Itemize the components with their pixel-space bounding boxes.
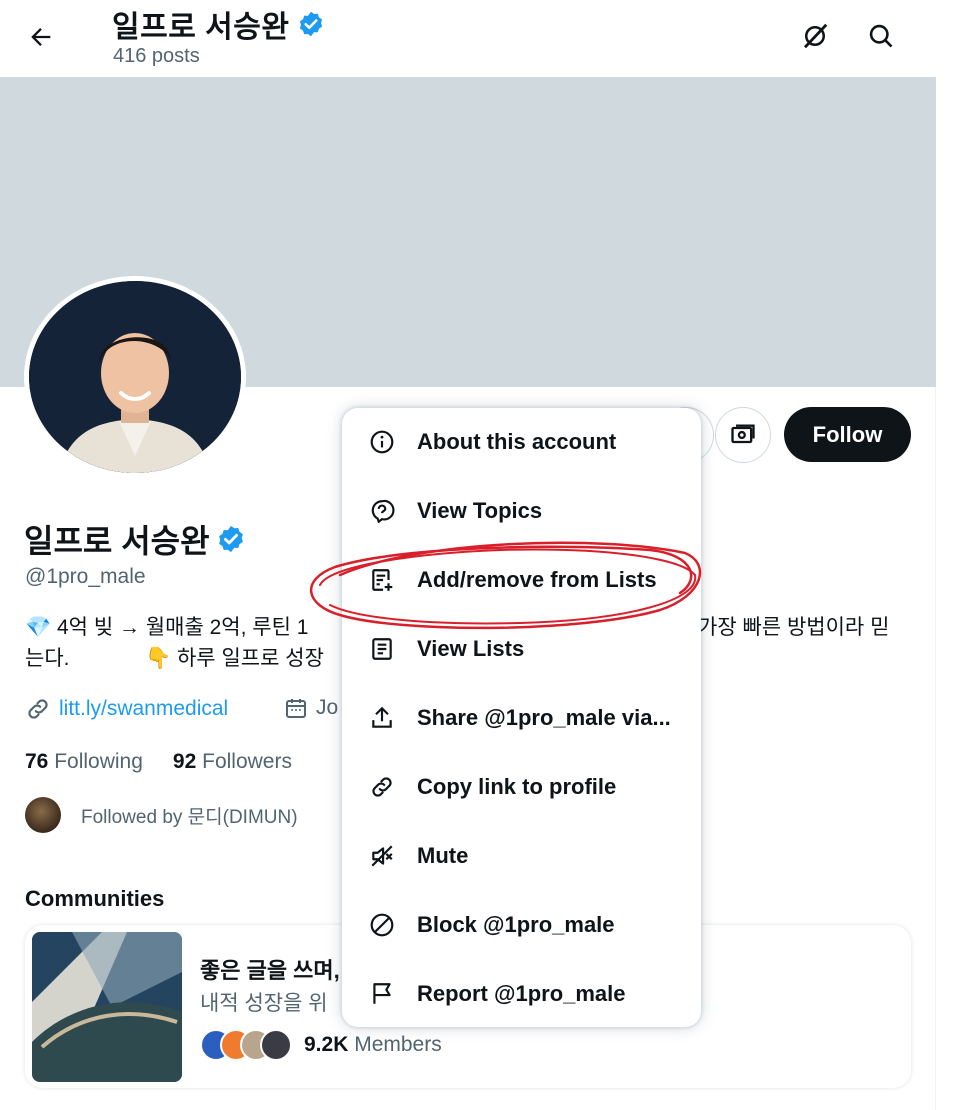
money-icon <box>731 424 755 444</box>
follower-avatar <box>25 797 61 833</box>
profile-name-row: 일프로 서승완 <box>24 516 246 562</box>
post-count: 416 posts <box>113 45 200 67</box>
following-count: 76 <box>25 750 49 773</box>
verified-badge-icon[interactable] <box>216 524 246 554</box>
avatar-photo <box>29 281 241 473</box>
flag-icon <box>368 980 396 1008</box>
menu-item-label: Add/remove from Lists <box>417 567 657 592</box>
communities-heading: Communities <box>25 886 165 911</box>
community-image <box>32 932 182 1082</box>
followed-by-row[interactable]: Followed by 문디(DIMUN) <box>25 797 298 833</box>
profile-joined-row: Jo <box>284 696 338 720</box>
link-icon <box>28 699 48 719</box>
menu-item-share[interactable]: Share @1pro_male via... <box>342 684 701 752</box>
followed-by-text: Followed by 문디(DIMUN) <box>81 806 298 828</box>
header-title: 일프로 서승완 <box>112 2 325 46</box>
header-name: 일프로 서승완 <box>112 11 290 44</box>
menu-item-view-lists[interactable]: View Lists <box>342 615 701 683</box>
menu-item-label: Report @1pro_male <box>417 981 626 1006</box>
profile-more-menu: About this account View Topics Add/remov… <box>342 408 701 1027</box>
profile-avatar[interactable] <box>24 276 246 478</box>
menu-item-label: Mute <box>417 843 469 868</box>
grok-icon <box>804 23 828 49</box>
search-button[interactable] <box>861 16 901 56</box>
member-avatar <box>260 1029 292 1061</box>
menu-item-mute[interactable]: Mute <box>342 822 701 890</box>
member-avatars <box>200 1029 292 1061</box>
mute-icon <box>368 842 396 870</box>
community-description: 내적 성장을 위 <box>200 992 328 1015</box>
bio-line1-end: 가장 빠른 방법이라 믿 <box>698 616 890 639</box>
menu-item-label: Block @1pro_male <box>417 912 615 937</box>
share-icon <box>368 704 396 732</box>
menu-item-label: About this account <box>417 429 617 454</box>
profile-handle: @1pro_male <box>25 565 146 588</box>
members-count: 9.2K <box>304 1033 349 1056</box>
calendar-icon <box>286 699 306 718</box>
follow-stats: 76 Following 92 Followers <box>25 750 292 774</box>
menu-item-add-remove-lists[interactable]: Add/remove from Lists <box>342 546 701 614</box>
block-icon <box>368 911 396 939</box>
members-label: Members <box>354 1033 442 1056</box>
subscribe-button[interactable] <box>715 407 771 463</box>
grok-button[interactable] <box>795 16 835 56</box>
back-button[interactable] <box>22 18 60 56</box>
info-icon <box>368 428 396 456</box>
profile-link-row: litt.ly/swanmedical <box>25 696 228 722</box>
list-icon <box>368 635 396 663</box>
menu-item-view-topics[interactable]: View Topics <box>342 477 701 545</box>
verified-badge-icon <box>300 11 323 37</box>
following-label: Following <box>54 750 143 773</box>
arrow-left-icon <box>31 28 51 46</box>
follow-button[interactable]: Follow <box>784 407 911 462</box>
top-bar: 일프로 서승완 416 posts <box>0 0 936 76</box>
community-name: 좋은 글을 쓰며, <box>200 958 340 983</box>
list-add-icon <box>368 566 396 594</box>
menu-item-label: View Topics <box>417 498 543 523</box>
joined-date: Jo <box>316 696 339 719</box>
menu-item-copy-link[interactable]: Copy link to profile <box>342 753 701 821</box>
menu-item-label: Share @1pro_male via... <box>417 705 671 730</box>
profile-name: 일프로 서승완 <box>24 523 210 559</box>
menu-item-block[interactable]: Block @1pro_male <box>342 891 701 959</box>
followers-count: 92 <box>172 750 197 773</box>
menu-item-report[interactable]: Report @1pro_male <box>342 960 701 1028</box>
bio-line1-start: 💎 4억 빚 → 월매출 2억, 루틴 1 <box>25 616 309 639</box>
bio-line2-start: 는다. <box>25 647 70 670</box>
menu-item-label: View Lists <box>417 636 525 661</box>
profile-page: 일프로 서승완 416 posts Follow 일프로 서승완 @1pro_m… <box>0 0 936 1110</box>
link-icon <box>368 773 396 801</box>
community-members: 9.2K Members <box>200 1029 442 1061</box>
topic-icon <box>368 497 396 525</box>
profile-website-link[interactable]: litt.ly/swanmedical <box>59 697 228 721</box>
menu-item-label: Copy link to profile <box>417 774 617 799</box>
bio-line2-end: 👇 하루 일프로 성장 <box>145 647 324 670</box>
following-link[interactable]: 76 Following <box>25 750 143 774</box>
menu-item-about-account[interactable]: About this account <box>342 408 701 476</box>
followers-link[interactable]: 92 Followers <box>173 750 292 774</box>
search-icon <box>869 24 893 48</box>
followers-label: Followers <box>202 750 292 773</box>
